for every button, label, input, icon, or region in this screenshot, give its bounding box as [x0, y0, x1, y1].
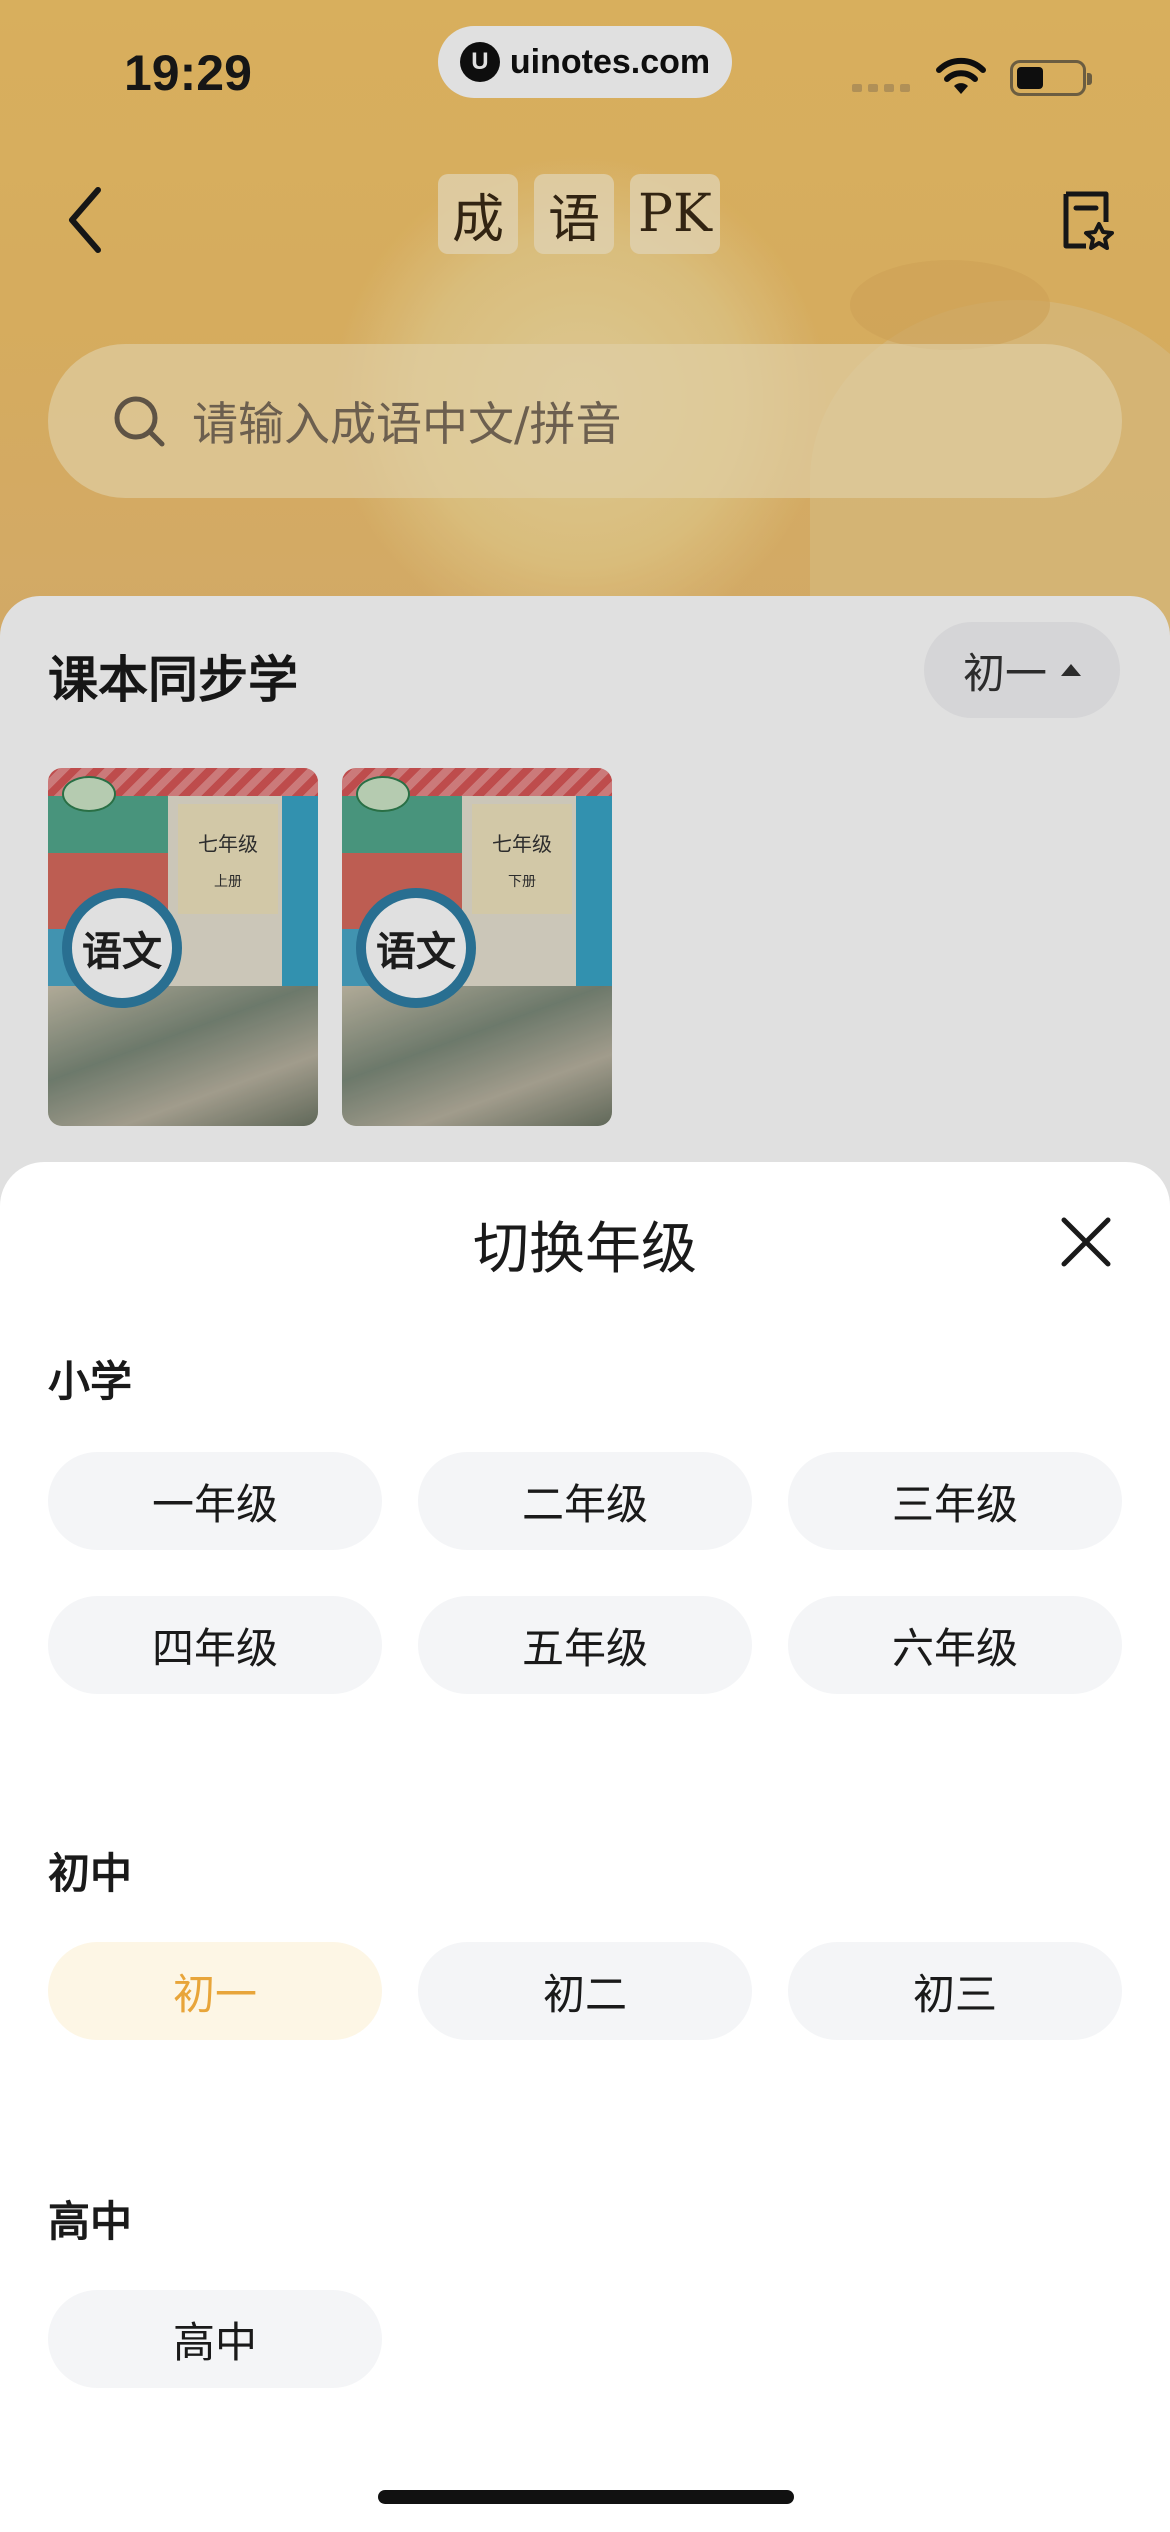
group-label-junior-high: 初中 — [48, 1849, 133, 1898]
grade-option[interactable]: 三年级 — [788, 1452, 1122, 1550]
grade-option[interactable]: 四年级 — [48, 1596, 382, 1694]
grade-option[interactable]: 二年级 — [418, 1452, 752, 1550]
group-label-senior-high: 高中 — [48, 2197, 133, 2246]
grade-option[interactable]: 六年级 — [788, 1596, 1122, 1694]
grade-option[interactable]: 一年级 — [48, 1452, 382, 1550]
sheet-title: 切换年级 — [473, 1217, 697, 1282]
grade-option[interactable]: 初二 — [418, 1942, 752, 2040]
grade-option[interactable]: 高中 — [48, 2290, 382, 2388]
switch-grade-sheet: 切换年级 小学 一年级 二年级 三年级 四年级 五年级 六年级 初中 初一 初二… — [0, 1162, 1170, 2532]
close-icon[interactable] — [1056, 1212, 1116, 1272]
home-indicator[interactable] — [378, 2490, 794, 2504]
group-label-primary: 小学 — [48, 1357, 133, 1406]
grade-option[interactable]: 五年级 — [418, 1596, 752, 1694]
grade-option-selected[interactable]: 初一 — [48, 1942, 382, 2040]
grade-option[interactable]: 初三 — [788, 1942, 1122, 2040]
